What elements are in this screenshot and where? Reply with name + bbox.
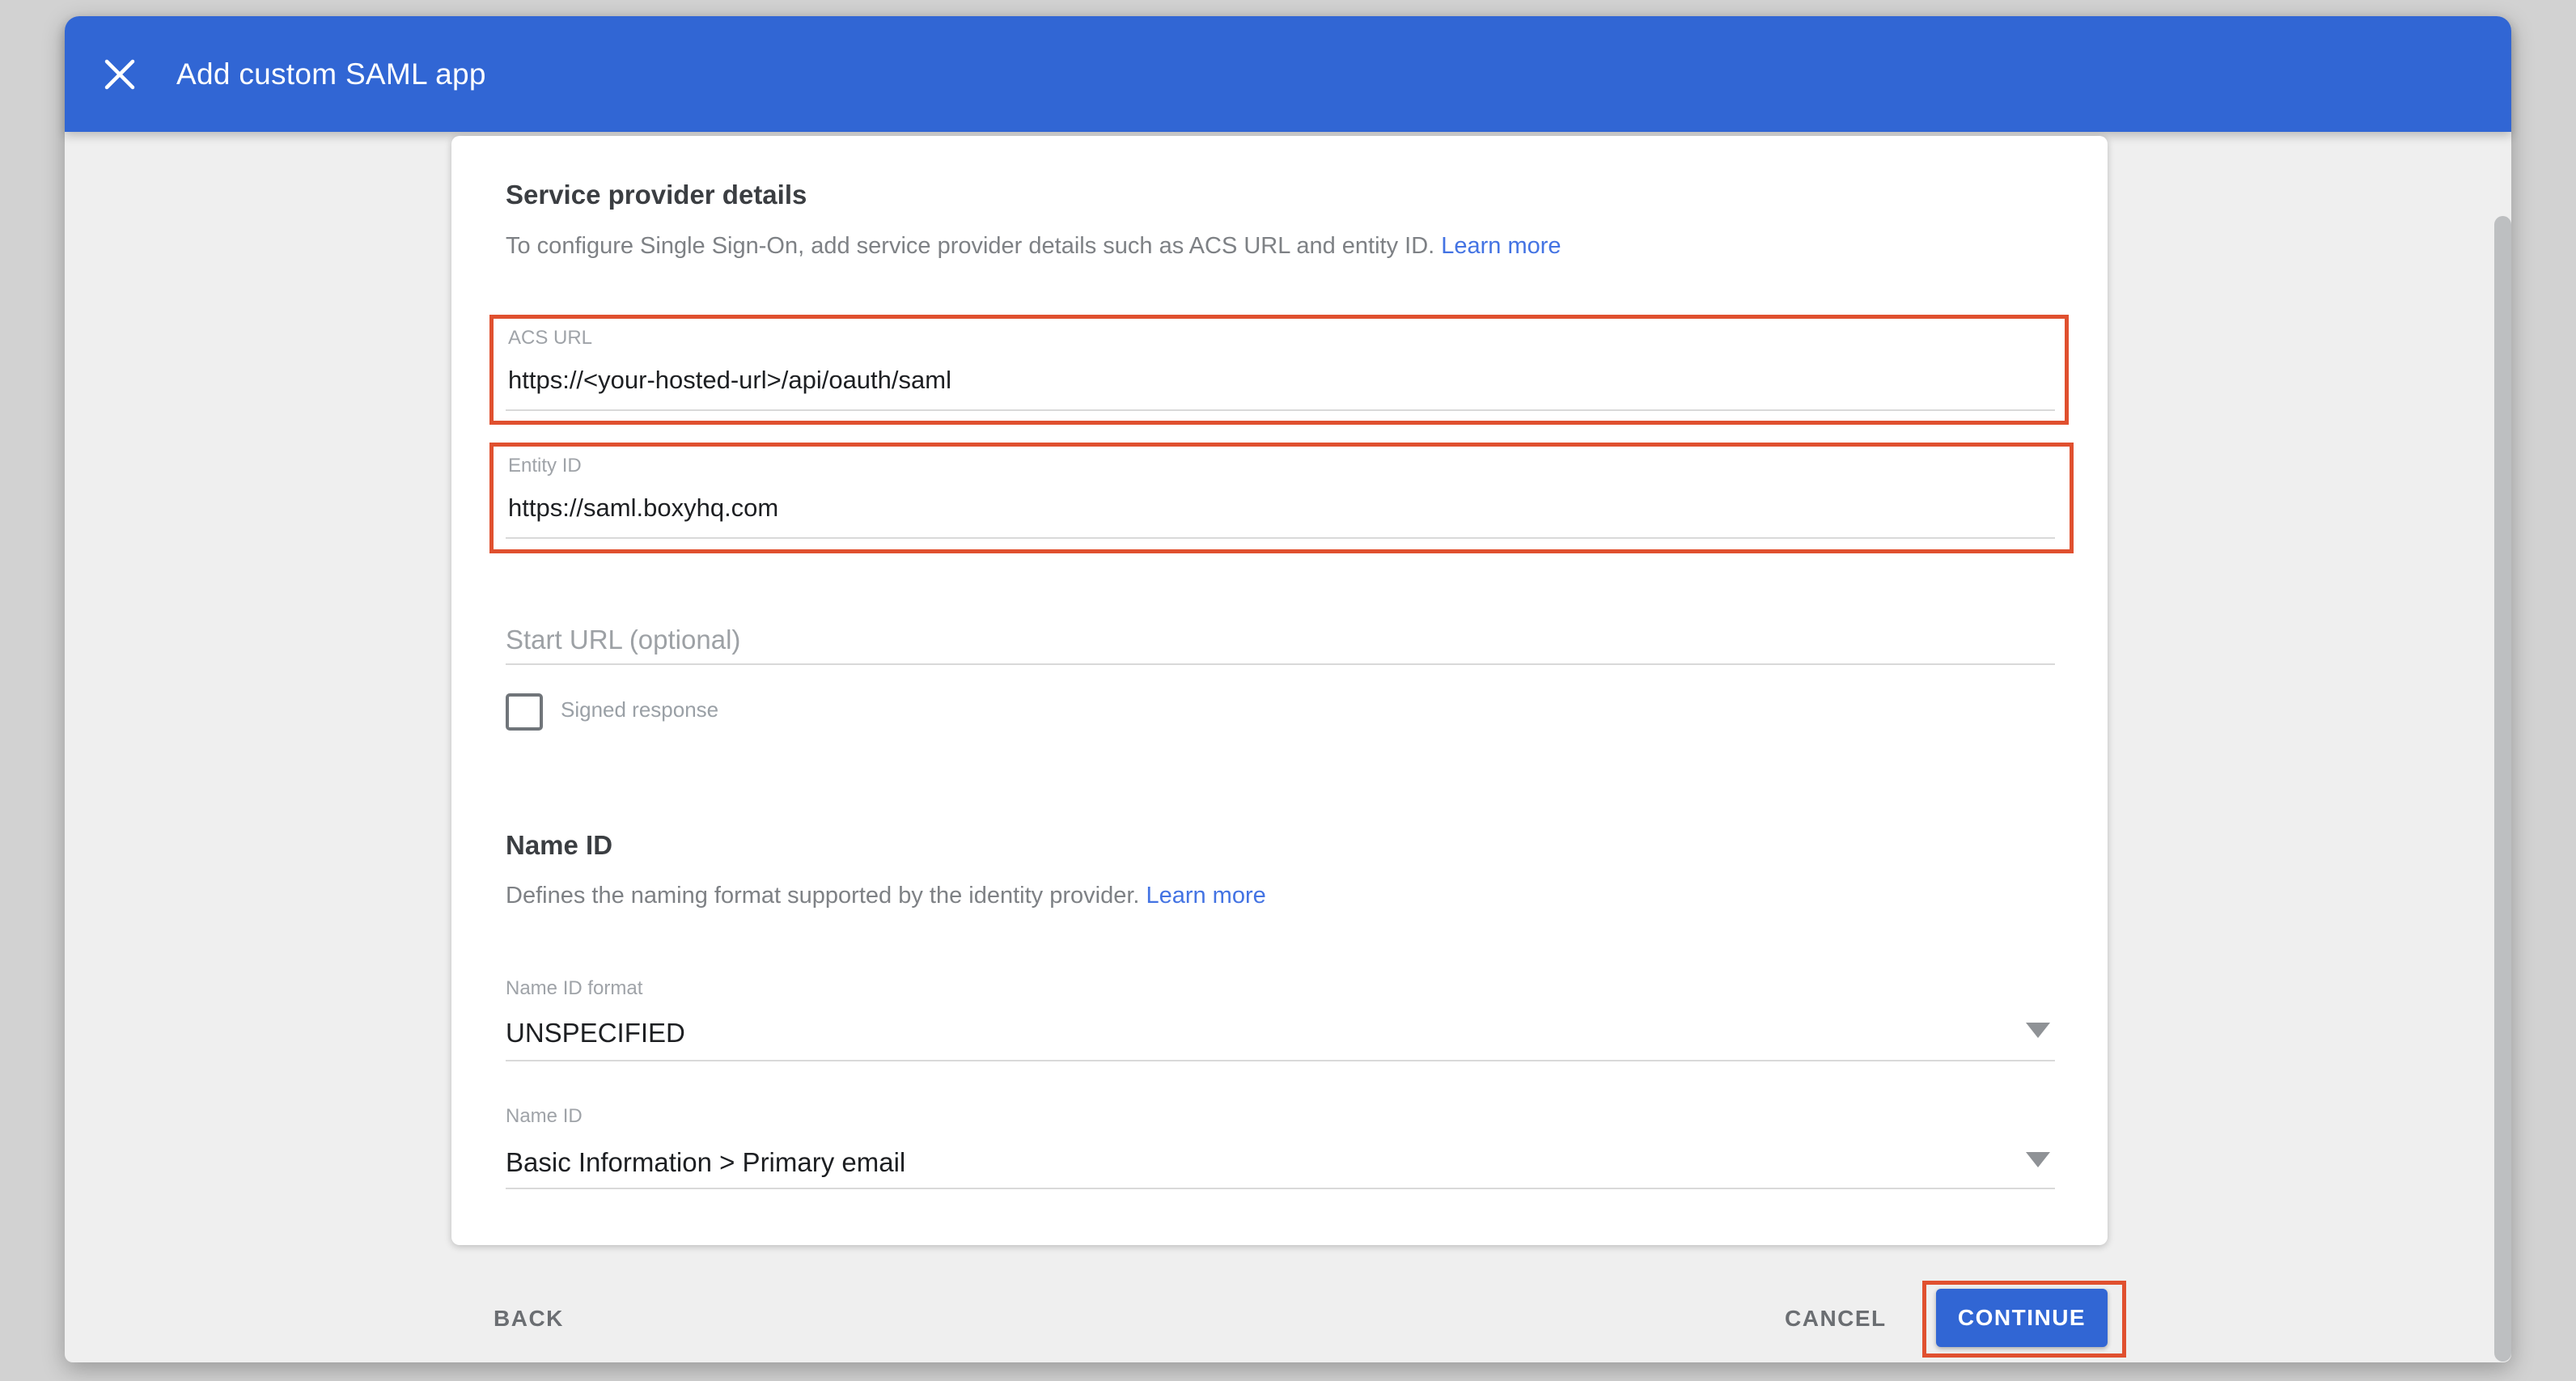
entity-id-underline <box>506 537 2055 539</box>
learn-more-link-name-id[interactable]: Learn more <box>1146 883 1265 909</box>
close-button[interactable] <box>95 50 144 99</box>
screen: Add custom SAML app Service provider det… <box>0 0 2576 1381</box>
entity-id-value[interactable]: https://saml.boxyhq.com <box>508 494 778 523</box>
add-custom-saml-app-dialog: Add custom SAML app Service provider det… <box>65 16 2511 1362</box>
cancel-button[interactable]: CANCEL <box>1785 1306 1887 1332</box>
name-id-description: Defines the naming format supported by t… <box>506 883 1266 909</box>
continue-button[interactable]: CONTINUE <box>1936 1289 2108 1347</box>
name-id-format-underline <box>506 1060 2055 1061</box>
entity-id-label: Entity ID <box>508 455 582 477</box>
chevron-down-icon[interactable] <box>2026 1023 2050 1038</box>
chevron-down-icon[interactable] <box>2026 1152 2050 1167</box>
close-icon <box>102 57 138 92</box>
dialog-header: Add custom SAML app <box>65 16 2511 132</box>
service-provider-description: To configure Single Sign-On, add service… <box>506 233 1561 260</box>
name-id-heading: Name ID <box>506 830 612 861</box>
scrollbar-thumb[interactable] <box>2494 216 2511 1362</box>
service-provider-card: Service provider details To configure Si… <box>451 136 2108 1245</box>
name-id-format-label: Name ID format <box>506 977 642 1000</box>
name-id-format-value[interactable]: UNSPECIFIED <box>506 1018 685 1048</box>
dialog-title: Add custom SAML app <box>176 57 486 91</box>
signed-response-checkbox[interactable] <box>506 693 543 731</box>
start-url-underline <box>506 663 2055 665</box>
back-button[interactable]: BACK <box>494 1306 564 1332</box>
name-id-underline <box>506 1188 2055 1189</box>
name-id-label: Name ID <box>506 1105 583 1128</box>
start-url-placeholder[interactable]: Start URL (optional) <box>506 625 740 655</box>
signed-response-label: Signed response <box>561 697 718 722</box>
service-provider-description-text: To configure Single Sign-On, add service… <box>506 233 1434 259</box>
service-provider-heading: Service provider details <box>506 180 807 210</box>
learn-more-link-service-provider[interactable]: Learn more <box>1441 233 1561 259</box>
acs-url-value[interactable]: https://<your-hosted-url>/api/oauth/saml <box>508 366 951 395</box>
name-id-value[interactable]: Basic Information > Primary email <box>506 1147 905 1178</box>
acs-url-underline <box>506 409 2055 411</box>
name-id-description-text: Defines the naming format supported by t… <box>506 883 1139 909</box>
acs-url-label: ACS URL <box>508 327 592 349</box>
